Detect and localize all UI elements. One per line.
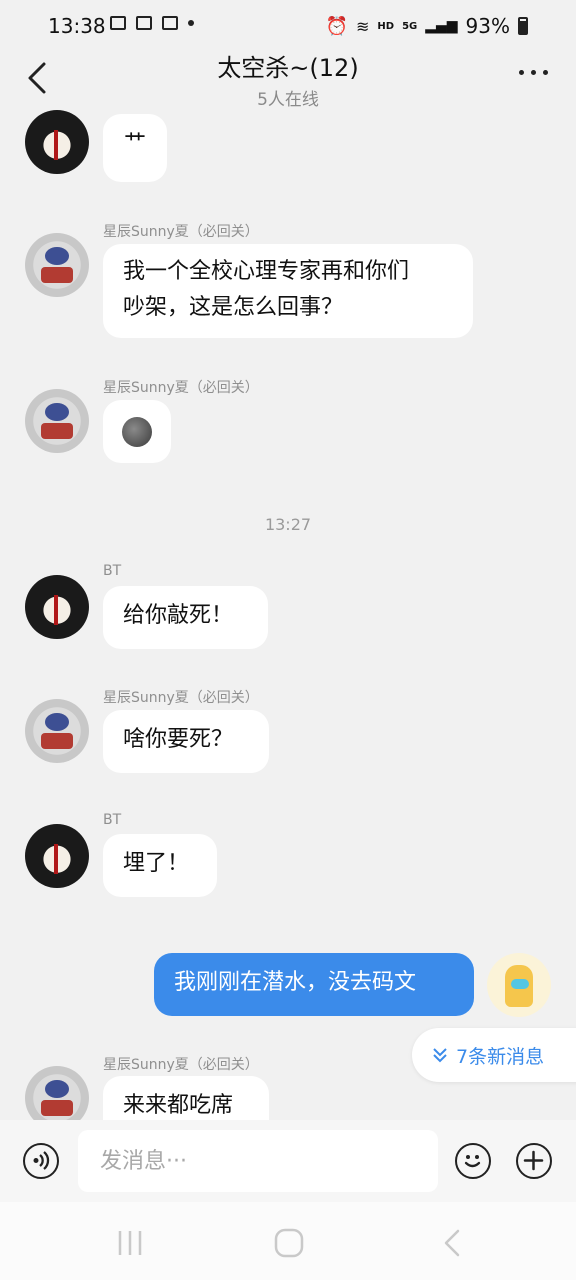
my-message-bubble[interactable]: 我刚刚在潜水，没去码文 [154, 953, 474, 1016]
avatar-bt[interactable] [25, 575, 89, 639]
avatar-sunny[interactable] [25, 233, 89, 297]
voice-input-icon[interactable] [23, 1143, 59, 1179]
message-bubble[interactable]: 来来都吃席 [103, 1076, 269, 1120]
avatar-bt[interactable] [25, 110, 89, 174]
network-label: 5G [402, 20, 418, 32]
sender-name: 星辰Sunny夏（必回关） [103, 690, 259, 706]
message-bubble[interactable]: 艹 [103, 114, 167, 182]
system-back-icon[interactable] [440, 1228, 464, 1258]
sender-name: 星辰Sunny夏（必回关） [103, 380, 259, 396]
wifi-icon: ≋ [355, 16, 370, 36]
emoji-icon[interactable] [455, 1143, 491, 1179]
new-messages-button[interactable]: 7条新消息 [412, 1028, 576, 1082]
moon-emoji-icon [122, 416, 152, 447]
avatar-sunny[interactable] [25, 699, 89, 763]
screenshot-icon [136, 16, 152, 30]
message-icon [162, 16, 178, 30]
sender-name: 星辰Sunny夏（必回关） [103, 1057, 259, 1073]
status-right: ⏰ ≋ HD 5G ▂▄▆ 93% [326, 14, 528, 38]
avatar-sunny[interactable] [25, 389, 89, 453]
message-bubble[interactable]: 埋了！ [103, 834, 217, 897]
message-text-line: 吵架，这是怎么回事？ [123, 295, 344, 320]
message-bubble[interactable]: 给你敲死！ [103, 586, 268, 649]
status-time: 13:38 [48, 14, 106, 38]
sender-name: BT [103, 812, 122, 828]
battery-icon [518, 17, 528, 35]
alarm-icon: ⏰ [325, 15, 348, 37]
sender-name: BT [103, 563, 122, 579]
message-text-line: 我一个全校心理专家再和你们 [123, 259, 410, 284]
online-count: 5人在线 [257, 90, 319, 110]
status-notification-icons [110, 16, 194, 30]
signal-icon: ▂▄▆ [425, 18, 458, 34]
more-notifications-icon [188, 20, 194, 26]
hd-label: HD [377, 20, 395, 32]
message-bubble[interactable]: 我一个全校心理专家再和你们 吵架，这是怎么回事？ [103, 244, 473, 338]
sender-name: 星辰Sunny夏（必回关） [103, 224, 259, 240]
battery-percent: 93% [465, 14, 510, 38]
gallery-icon [110, 16, 126, 30]
message-input[interactable] [78, 1130, 438, 1192]
double-chevron-down-icon [433, 1048, 447, 1063]
home-icon[interactable] [273, 1227, 305, 1259]
add-icon[interactable] [516, 1143, 552, 1179]
avatar-me[interactable] [487, 953, 551, 1017]
recent-apps-icon[interactable] [115, 1228, 145, 1258]
more-options-icon[interactable] [519, 70, 548, 75]
message-bubble[interactable] [103, 400, 171, 463]
message-bubble[interactable]: 啥你要死？ [103, 710, 269, 773]
avatar-bt[interactable] [25, 824, 89, 888]
new-messages-label: 7条新消息 [456, 1045, 545, 1068]
time-separator: 13:27 [264, 515, 312, 534]
chat-title: 太空杀~(12) [217, 54, 359, 82]
